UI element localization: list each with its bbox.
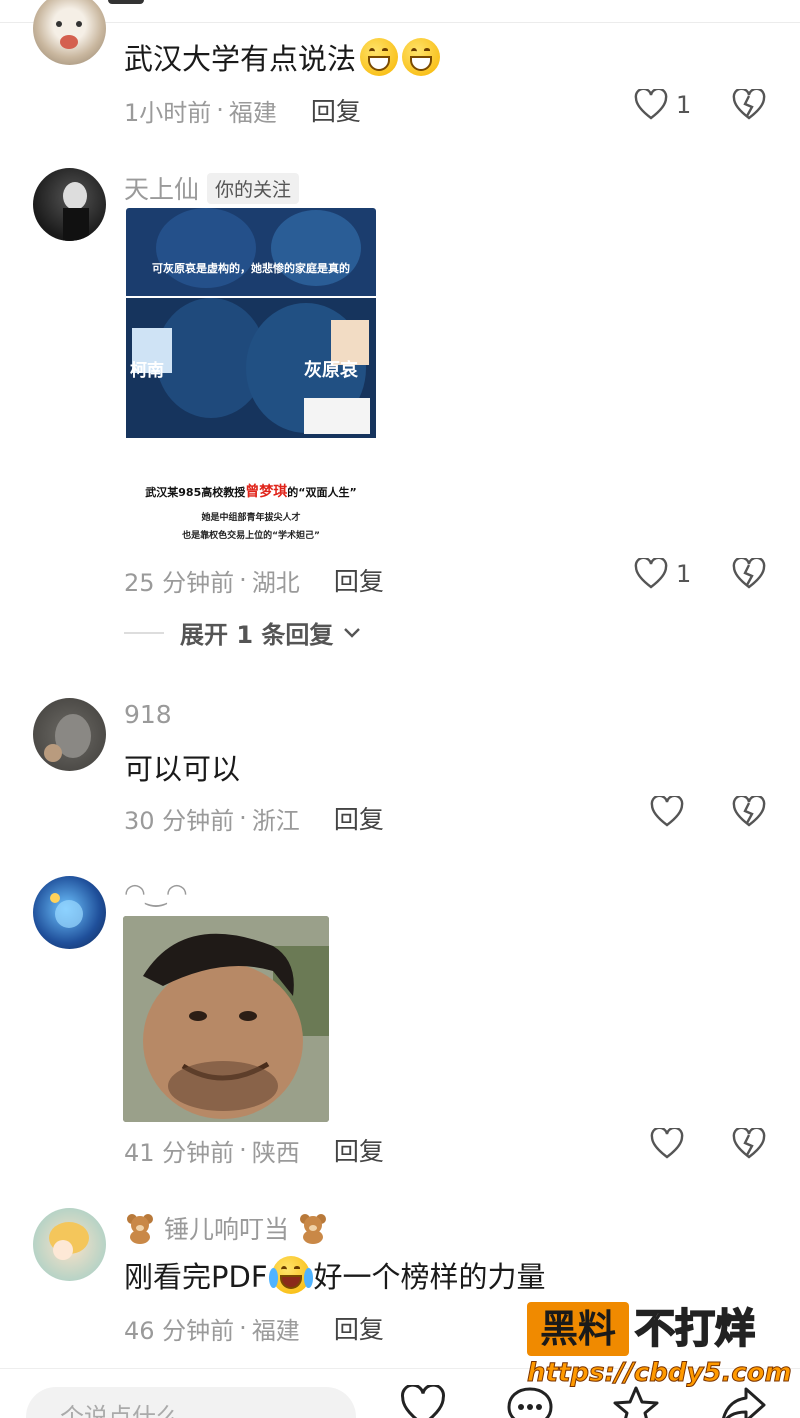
comment-username[interactable]: 锤儿响叮当 (124, 1210, 329, 1246)
like-bar-button[interactable] (400, 1383, 446, 1418)
dislike-button[interactable] (732, 794, 766, 832)
image-line3: 也是靠权色交易上位的“学术妲己” (182, 531, 320, 541)
follow-tag: 你的关注 (207, 172, 300, 204)
like-button[interactable]: 1 (634, 558, 691, 590)
comment-item: ◠‿◠ 41 分钟前 · 陕西 回复 (0, 868, 800, 1188)
comment-username[interactable]: 918 (124, 700, 172, 729)
grin-emoji (360, 38, 399, 76)
comment-username[interactable]: 天上仙 你的关注 (124, 170, 300, 206)
comment-item: 武汉大学有点说法 1小时前 · 福建 回复 1 (0, 0, 800, 150)
comment-meta: 41 分钟前 · 陕西 回复 (124, 1132, 384, 1168)
reply-button[interactable]: 回复 (334, 1132, 384, 1168)
reply-button[interactable]: 回复 (334, 1310, 384, 1346)
expand-divider (124, 631, 164, 634)
dislike-button[interactable] (732, 1126, 766, 1164)
image-headline: 武汉某985高校教授曾梦琪的“双面人生” (126, 481, 376, 501)
broken-heart-icon (732, 556, 766, 589)
comment-time: 41 分钟前 (124, 1138, 235, 1167)
like-button[interactable] (650, 1128, 684, 1160)
comment-text: 可以可以 (124, 746, 240, 788)
like-count: 1 (676, 560, 692, 588)
heart-icon (634, 558, 668, 589)
comment-image[interactable]: 可灰原哀是虚构的，她悲惨的家庭是真的 柯南 灰原哀 武汉某985高校教授曾梦琪的… (126, 208, 376, 548)
chevron-down-icon (344, 627, 361, 638)
comment-time: 30 分钟前 (124, 806, 235, 835)
heart-icon (650, 796, 684, 827)
comment-location: 浙江 (251, 806, 300, 835)
comment-meta: 1小时前 · 福建 回复 (124, 92, 361, 128)
image-label-right: 灰原哀 (304, 360, 358, 381)
grin-emoji (402, 38, 441, 76)
teddy-bear-icon (127, 1214, 153, 1244)
comment-meta: 25 分钟前 · 湖北 回复 (124, 562, 384, 598)
avatar[interactable] (33, 876, 106, 949)
comment-time: 1小时前 (124, 98, 212, 127)
heart-icon (650, 1128, 684, 1159)
broken-heart-icon (732, 1126, 766, 1159)
comment-location: 福建 (251, 1316, 300, 1345)
comment-text-after: 好一个榜样的力量 (313, 1260, 546, 1294)
comment-location: 福建 (228, 98, 277, 127)
watermark-url: https://cbdy5.com (527, 1358, 793, 1389)
comment-text-before: 刚看完PDF (124, 1260, 268, 1294)
meta-separator: · (239, 1314, 247, 1342)
image-headline-suffix: 的“双面人生” (287, 486, 357, 499)
comment-time: 46 分钟前 (124, 1316, 235, 1345)
laughing-crying-emoji (268, 1256, 313, 1294)
dislike-button[interactable] (732, 87, 766, 125)
broken-heart-icon (732, 794, 766, 827)
watermark-logo: 黑料 不打烊 https://cbdy5.com (527, 1302, 792, 1394)
avatar[interactable] (33, 698, 106, 771)
comment-location: 陕西 (251, 1138, 300, 1167)
meta-separator: · (239, 566, 247, 594)
heart-icon (634, 89, 668, 120)
avatar[interactable] (33, 0, 106, 65)
expand-replies-label: 展开 1 条回复 (180, 621, 334, 649)
comment-meta: 46 分钟前 · 福建 回复 (124, 1310, 384, 1346)
comment-text-content: 可以可以 (124, 752, 241, 786)
comment-location: 湖北 (251, 568, 300, 597)
reply-button[interactable]: 回复 (334, 800, 384, 836)
watermark-box-text: 黑料 (527, 1302, 629, 1356)
like-button[interactable] (650, 796, 684, 828)
comment-input[interactable]: 个说点什么 (26, 1387, 356, 1418)
meta-separator: · (239, 804, 247, 832)
expand-replies-button[interactable]: 展开 1 条回复 (124, 615, 363, 650)
username-text: ◠‿◠ (124, 878, 188, 907)
image-headline-name: 曾梦琪 (245, 484, 288, 500)
image-line2: 她是中组部青年拔尖人才 (201, 513, 301, 523)
meta-separator: · (239, 1136, 247, 1164)
username-text: 918 (124, 700, 172, 729)
broken-heart-icon (732, 87, 766, 120)
heart-icon (401, 1383, 445, 1418)
comment-image[interactable] (123, 916, 329, 1122)
reply-button[interactable]: 回复 (311, 92, 361, 128)
comment-time: 25 分钟前 (124, 568, 235, 597)
avatar[interactable] (33, 1208, 106, 1281)
dislike-button[interactable] (732, 556, 766, 594)
meta-separator: · (216, 96, 224, 124)
comment-meta: 30 分钟前 · 浙江 回复 (124, 800, 384, 836)
username-text: 天上仙 (124, 175, 200, 204)
comment-text: 武汉大学有点说法 (124, 36, 441, 78)
image-label-left: 柯南 (130, 361, 164, 381)
comment-text: 刚看完PDF 好一个榜样的力量 (124, 1254, 546, 1296)
comment-item: 918 可以可以 30 分钟前 · 浙江 回复 (0, 690, 800, 850)
image-headline-prefix: 武汉某985高校教授 (145, 486, 246, 499)
comment-username[interactable]: ◠‿◠ (124, 878, 188, 907)
like-button[interactable]: 1 (634, 89, 691, 121)
comment-item: 天上仙 你的关注 可灰原哀是虚构的，她悲惨的家庭是真的 柯南 灰原哀 武汉某98… (0, 160, 800, 640)
teddy-bear-icon (300, 1214, 327, 1244)
reply-button[interactable]: 回复 (334, 562, 384, 598)
comment-text-content: 武汉大学有点说法 (124, 42, 357, 76)
image-banner-text: 可灰原哀是虚构的，她悲惨的家庭是真的 (152, 262, 350, 275)
watermark-word: 不打烊 (634, 1305, 756, 1353)
avatar[interactable] (33, 168, 106, 241)
like-count: 1 (676, 91, 692, 119)
username-text: 锤儿响叮当 (164, 1215, 290, 1244)
